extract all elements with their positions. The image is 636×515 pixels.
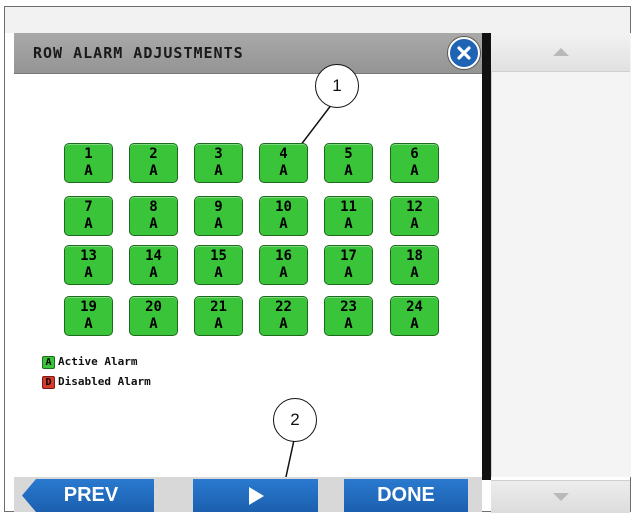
active-alarm-swatch: A bbox=[42, 356, 55, 369]
row-button[interactable]: 16 A bbox=[259, 245, 308, 285]
row-alarm-state: A bbox=[344, 265, 353, 281]
row-button[interactable]: 2A bbox=[129, 143, 178, 183]
row-button[interactable]: 19 A bbox=[64, 296, 113, 336]
row-number: 3 bbox=[214, 146, 223, 162]
scroll-down-button[interactable] bbox=[491, 480, 630, 513]
row-alarm-state: A bbox=[279, 316, 288, 332]
row-alarm-state: A bbox=[214, 265, 223, 281]
scrollbar-track[interactable] bbox=[491, 33, 631, 477]
disabled-alarm-label: Disabled Alarm bbox=[58, 375, 151, 388]
row-alarm-state: A bbox=[214, 216, 223, 232]
callout-1: 1 bbox=[315, 64, 359, 108]
row-number: 9 bbox=[214, 199, 223, 215]
row-alarm-state: A bbox=[279, 163, 288, 179]
row-number: 24 bbox=[406, 299, 423, 315]
prev-button[interactable]: PREV bbox=[22, 479, 154, 512]
play-icon bbox=[248, 486, 264, 505]
row-number: 21 bbox=[210, 299, 227, 315]
row-button[interactable]: 23 A bbox=[324, 296, 373, 336]
row-number: 8 bbox=[149, 199, 158, 215]
disabled-alarm-swatch: D bbox=[42, 376, 55, 389]
row-alarm-state: A bbox=[214, 316, 223, 332]
row-number: 7 bbox=[84, 199, 93, 215]
row-alarm-state: A bbox=[410, 216, 419, 232]
row-button[interactable]: 3A bbox=[194, 143, 243, 183]
row-alarm-state: A bbox=[149, 265, 158, 281]
row-number: 14 bbox=[145, 248, 162, 264]
triangle-down-icon bbox=[552, 493, 569, 501]
row-number: 23 bbox=[340, 299, 357, 315]
row-alarm-state: A bbox=[149, 316, 158, 332]
active-alarm-label: Active Alarm bbox=[58, 355, 138, 368]
row-number: 2 bbox=[149, 146, 158, 162]
row-number: 22 bbox=[275, 299, 292, 315]
row-button[interactable]: 24 A bbox=[390, 296, 439, 336]
row-button[interactable]: 8A bbox=[129, 196, 178, 236]
row-button[interactable]: 6A bbox=[390, 143, 439, 183]
row-button[interactable]: 17 A bbox=[324, 245, 373, 285]
row-alarm-state: A bbox=[344, 316, 353, 332]
row-button[interactable]: 21 A bbox=[194, 296, 243, 336]
row-alarm-state: A bbox=[84, 265, 93, 281]
row-number: 18 bbox=[406, 248, 423, 264]
row-button[interactable]: 5A bbox=[324, 143, 373, 183]
top-band bbox=[5, 7, 630, 33]
dialog-border bbox=[482, 33, 491, 480]
row-alarm-state: A bbox=[149, 163, 158, 179]
row-alarm-state: A bbox=[149, 216, 158, 232]
row-number: 11 bbox=[340, 199, 357, 215]
row-alarm-state: A bbox=[84, 163, 93, 179]
row-alarm-state: A bbox=[84, 216, 93, 232]
row-number: 13 bbox=[80, 248, 97, 264]
row-number: 20 bbox=[145, 299, 162, 315]
row-button[interactable]: 20 A bbox=[129, 296, 178, 336]
row-button[interactable]: 22 A bbox=[259, 296, 308, 336]
row-number: 17 bbox=[340, 248, 357, 264]
row-number: 19 bbox=[80, 299, 97, 315]
play-button[interactable] bbox=[193, 479, 318, 512]
row-alarm-state: A bbox=[410, 265, 419, 281]
row-button[interactable]: 15 A bbox=[194, 245, 243, 285]
row-button[interactable]: 11 A bbox=[324, 196, 373, 236]
callout-2: 2 bbox=[273, 398, 317, 442]
close-icon bbox=[457, 46, 471, 60]
row-button[interactable]: 13 A bbox=[64, 245, 113, 285]
row-alarm-state: A bbox=[279, 265, 288, 281]
row-button[interactable]: 7A bbox=[64, 196, 113, 236]
row-button[interactable]: 1A bbox=[64, 143, 113, 183]
dialog-title: ROW ALARM ADJUSTMENTS bbox=[33, 44, 244, 62]
row-alarm-state: A bbox=[344, 216, 353, 232]
triangle-up-icon bbox=[552, 48, 569, 56]
row-alarm-state: A bbox=[410, 163, 419, 179]
row-number: 12 bbox=[406, 199, 423, 215]
row-number: 4 bbox=[279, 146, 288, 162]
row-alarm-state: A bbox=[214, 163, 223, 179]
row-number: 6 bbox=[410, 146, 419, 162]
row-number: 1 bbox=[84, 146, 93, 162]
row-number: 15 bbox=[210, 248, 227, 264]
row-number: 16 bbox=[275, 248, 292, 264]
row-alarm-state: A bbox=[279, 216, 288, 232]
row-button[interactable]: 9A bbox=[194, 196, 243, 236]
row-alarm-state: A bbox=[410, 316, 419, 332]
row-number: 10 bbox=[275, 199, 292, 215]
row-button[interactable]: 14 A bbox=[129, 245, 178, 285]
row-number: 5 bbox=[344, 146, 353, 162]
row-button[interactable]: 12 A bbox=[390, 196, 439, 236]
row-button[interactable]: 4A bbox=[259, 143, 308, 183]
row-button[interactable]: 18 A bbox=[390, 245, 439, 285]
row-button[interactable]: 10 A bbox=[259, 196, 308, 236]
row-alarm-state: A bbox=[84, 316, 93, 332]
scroll-up-button[interactable] bbox=[491, 33, 630, 72]
row-alarm-state: A bbox=[344, 163, 353, 179]
done-button[interactable]: DONE bbox=[344, 479, 468, 512]
close-button[interactable] bbox=[448, 37, 480, 69]
